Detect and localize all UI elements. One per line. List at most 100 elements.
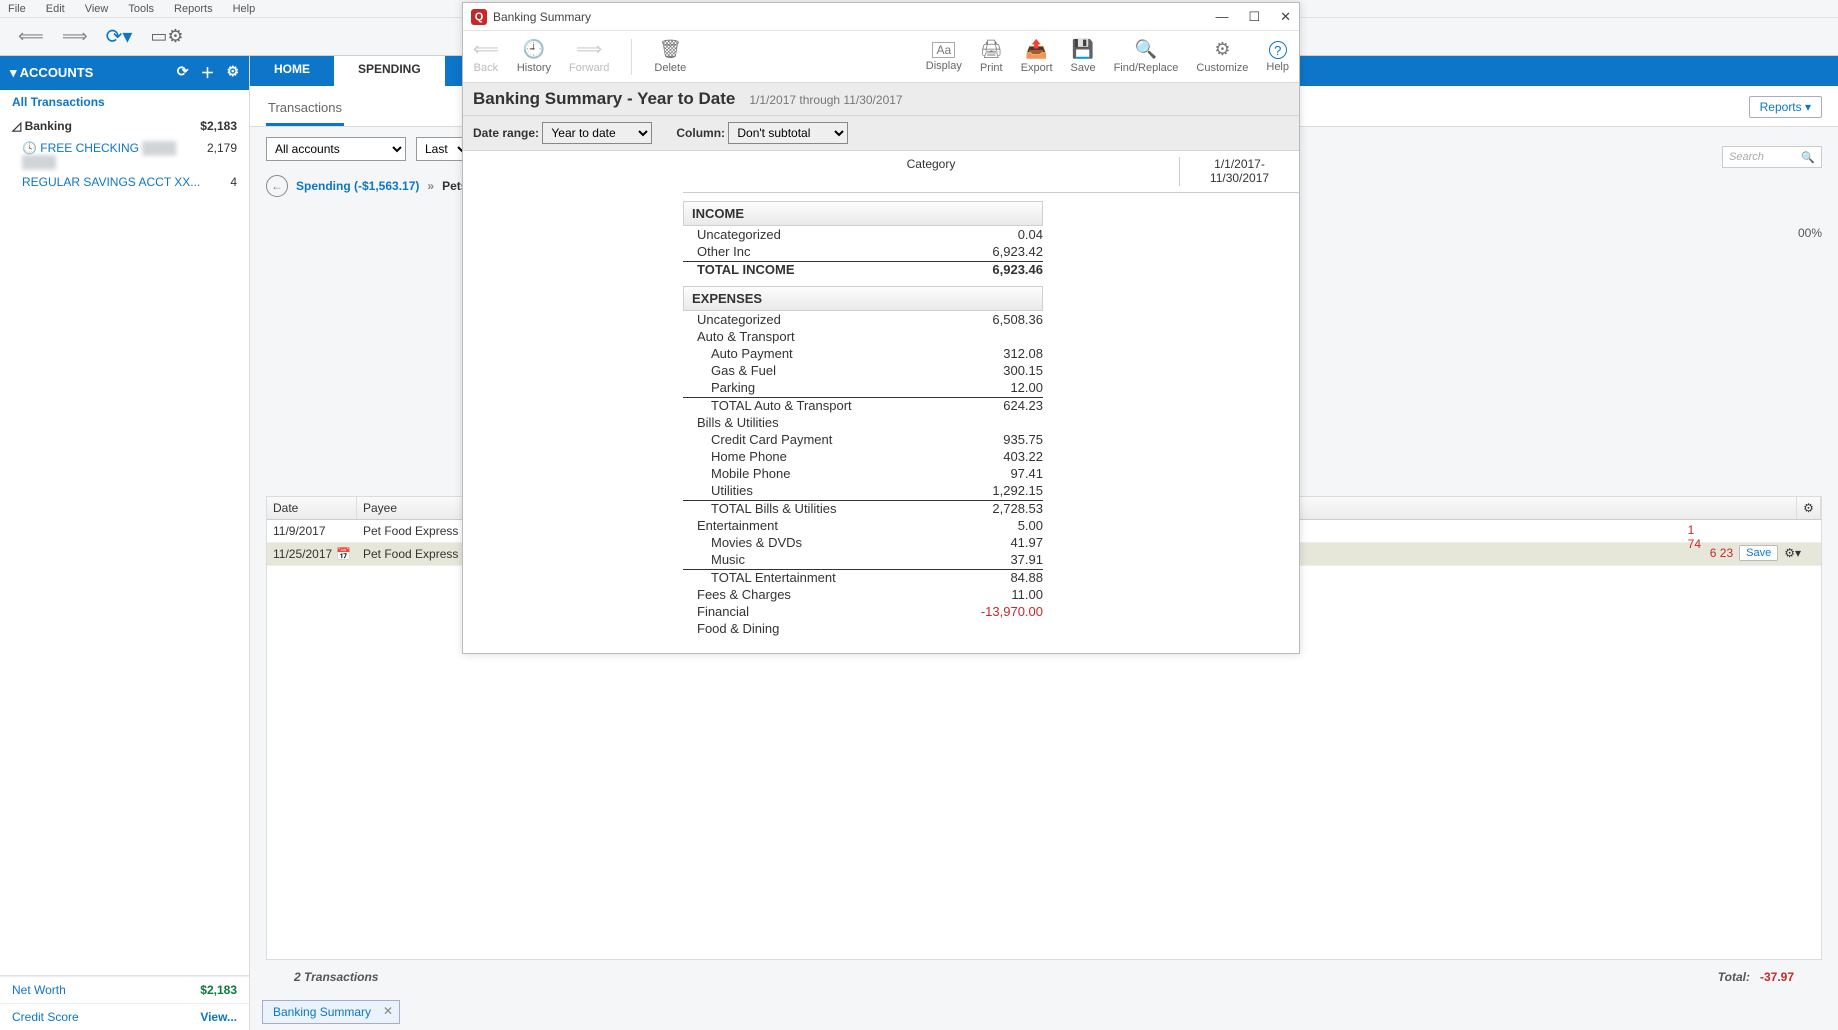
tab-spending[interactable]: SPENDING [334,56,445,86]
credit-view-link[interactable]: View... [200,1010,237,1024]
menu-help[interactable]: Help [233,3,256,15]
breadcrumb-back-icon[interactable]: ← [266,175,288,197]
bottom-tab-banking-summary[interactable]: Banking Summary ✕ [262,1000,400,1024]
sidebar-networth[interactable]: Net Worth $2,183 [0,976,249,1003]
save-row-button[interactable]: Save [1739,545,1778,561]
date-range-select[interactable]: Year to date [542,122,652,144]
sidebar-group-label: Banking [25,119,72,133]
row-label[interactable]: Fees & Charges [683,587,933,602]
maximize-icon[interactable]: ☐ [1248,9,1260,25]
subtotal-label: TOTAL Entertainment [683,569,933,585]
report-customize-button[interactable]: ⚙Customize [1196,39,1248,74]
row-label[interactable]: Bills & Utilities [683,415,933,430]
minimize-icon[interactable]: — [1215,9,1228,25]
subtotal-value: 624.23 [933,397,1043,413]
row-value: 0.04 [933,227,1043,242]
subtotal-value: 84.88 [933,569,1043,585]
sidebar-add-icon[interactable]: ＋ [200,63,214,83]
grid-header-gear-icon[interactable]: ⚙ [1797,497,1821,519]
sidebar-item-savings[interactable]: REGULAR SAVINGS ACCT XX... 4 [0,172,249,192]
row-label[interactable]: Uncategorized [683,227,933,242]
sidebar-gear-icon[interactable]: ⚙ [226,63,239,83]
grid-header-date[interactable]: Date [267,497,357,519]
subtotal-value: 2,728.53 [933,500,1043,516]
row-value: 300.15 [933,363,1043,378]
calendar-icon[interactable]: 📅 [336,547,351,561]
report-toolbar: ⟸Back 🕘History ⟹Forward 🗑Delete AaDispla… [463,31,1299,83]
breadcrumb-parent-link[interactable]: Spending (-$1,563.17) [296,179,419,193]
panel-settings-icon[interactable]: ▭⚙ [150,26,183,47]
menu-tools[interactable]: Tools [128,3,154,15]
close-icon[interactable]: ✕ [383,1004,393,1018]
row-label[interactable]: Other Inc [683,244,933,259]
search-placeholder: Search [1729,151,1764,163]
row-label[interactable]: Movies & DVDs [683,535,933,550]
row-label[interactable]: Parking [683,380,933,395]
row-value: 11.00 [933,587,1043,602]
row-label[interactable]: Auto Payment [683,346,933,361]
sidebar-all-transactions[interactable]: All Transactions [0,90,249,114]
accounts-filter-select[interactable]: All accounts [266,137,406,161]
report-help-button[interactable]: ?Help [1266,41,1289,73]
report-controls: Date range: Year to date Column: Don't s… [463,116,1299,151]
report-titlebar[interactable]: Q Banking Summary — ☐ ✕ [463,3,1299,31]
row-value: 97.41 [933,466,1043,481]
sidebar-header: ▾ ACCOUNTS ⟳ ＋ ⚙ [0,56,249,90]
row-label[interactable]: Gas & Fuel [683,363,933,378]
row-label[interactable]: Financial [683,604,933,619]
report-history-button[interactable]: 🕘History [517,39,551,74]
column-select[interactable]: Don't subtotal [728,122,848,144]
row-label[interactable]: Music [683,552,933,567]
sidebar-item-checking[interactable]: 🕓 FREE CHECKING 2,179 [0,138,249,172]
row-gear-icon[interactable]: ⚙▾ [1784,546,1801,560]
report-back-button: ⟸Back [473,39,499,74]
report-body[interactable]: Category 1/1/2017-11/30/2017 INCOME Unca… [463,151,1299,653]
report-save-button[interactable]: 💾Save [1071,39,1096,74]
total-income-label: TOTAL INCOME [683,261,933,277]
row-label[interactable]: Mobile Phone [683,466,933,481]
report-export-button[interactable]: 📤Export [1021,39,1053,74]
row-value: 41.97 [933,535,1043,550]
sidebar-credit-score[interactable]: Credit Score View... [0,1003,249,1030]
sidebar-refresh-icon[interactable]: ⟳ [177,63,189,83]
report-delete-button[interactable]: 🗑Delete [654,39,686,74]
cell-date: 11/9/2017 [267,520,357,542]
subtab-transactions[interactable]: Transactions [266,96,344,126]
sidebar-group-amount: $2,183 [200,119,237,133]
cell-date: 11/25/2017 📅 [267,543,357,565]
row-label[interactable]: Home Phone [683,449,933,464]
amount-editing[interactable]: 6 23 [1710,546,1733,560]
reports-dropdown-button[interactable]: Reports ▾ [1749,96,1822,118]
report-find-replace-button[interactable]: 🔍Find/Replace [1114,39,1179,74]
report-forward-button: ⟹Forward [569,39,609,74]
bottom-tab-label: Banking Summary [273,1005,371,1019]
menu-file[interactable]: File [8,3,26,15]
report-display-button[interactable]: AaDisplay [926,42,962,72]
tab-home[interactable]: HOME [250,56,334,86]
row-label[interactable]: Entertainment [683,518,933,533]
close-icon[interactable]: ✕ [1280,9,1291,25]
section-expenses: EXPENSES [683,286,1043,311]
row-label[interactable]: Utilities [683,483,933,498]
menu-view[interactable]: View [85,3,109,15]
search-input[interactable]: Search 🔍 [1722,146,1822,168]
row-label[interactable]: Credit Card Payment [683,432,933,447]
row-value: -13,970.00 [933,604,1043,619]
row-value: 935.75 [933,432,1043,447]
row-value: 5.00 [933,518,1043,533]
col-header-category: Category [683,157,1179,186]
nav-forward-icon[interactable]: ⟹ [62,26,88,47]
row-label[interactable]: Auto & Transport [683,329,933,344]
menu-reports[interactable]: Reports [174,3,213,15]
subtotal-label: TOTAL Bills & Utilities [683,500,933,516]
report-window-title: Banking Summary [493,10,591,24]
report-date-range-text: 1/1/2017 through 11/30/2017 [749,93,902,107]
sidebar-group-banking[interactable]: ◿ Banking $2,183 [0,114,249,138]
row-label[interactable]: Uncategorized [683,312,933,327]
menu-edit[interactable]: Edit [46,3,65,15]
report-window: Q Banking Summary — ☐ ✕ ⟸Back 🕘History ⟹… [462,2,1300,654]
refresh-icon[interactable]: ⟳▾ [106,24,133,49]
row-label[interactable]: Food & Dining [683,621,933,636]
report-print-button[interactable]: 🖨Print [980,39,1003,74]
nav-back-icon[interactable]: ⟸ [18,26,44,47]
